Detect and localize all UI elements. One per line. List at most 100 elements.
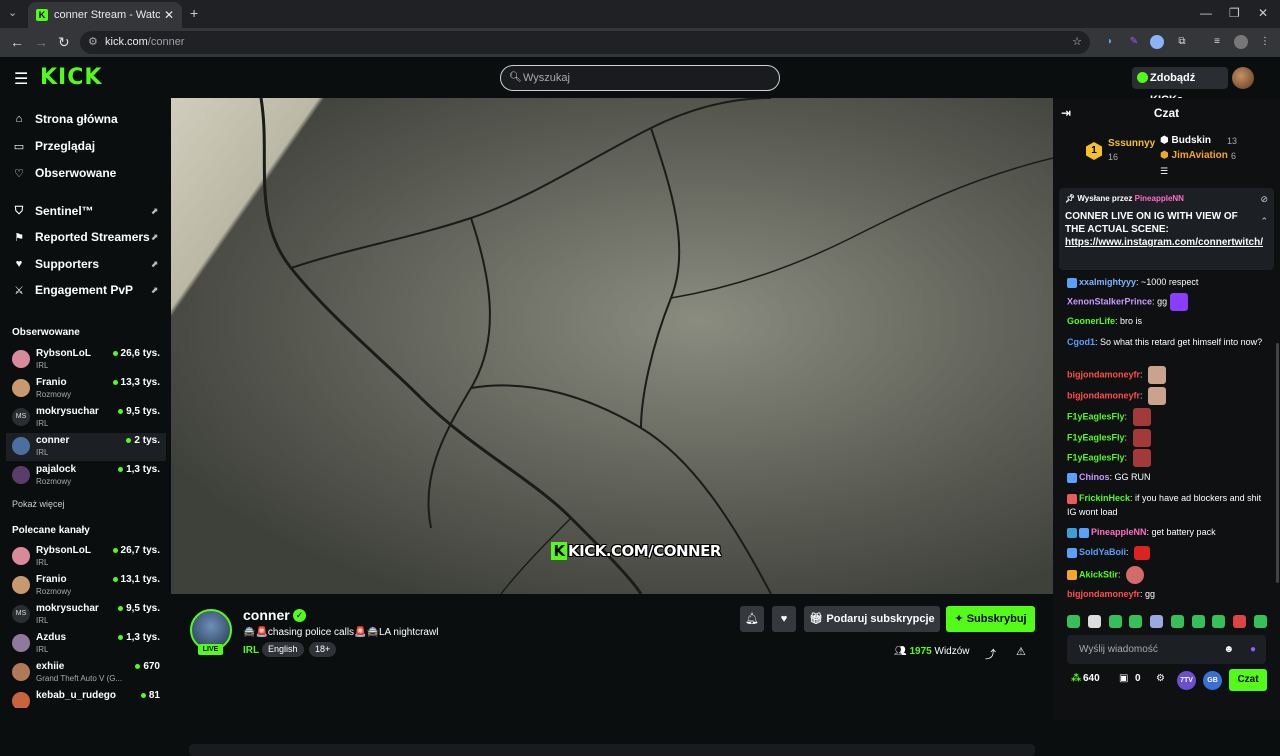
tab-close-icon[interactable]: ✕	[164, 8, 174, 22]
chat-user[interactable]: FrickinHeck	[1079, 493, 1130, 503]
recommended-channel[interactable]: exhiie Grand Theft Auto V (G... 670	[10, 659, 160, 687]
menu-icon[interactable]: ☰	[14, 69, 28, 89]
recommended-channel[interactable]: RybsonLoL IRL 26,7 tys.	[10, 543, 160, 571]
emote-icon[interactable]	[1191, 615, 1205, 628]
tab-search-icon[interactable]: ⌄	[8, 6, 17, 19]
new-tab-icon[interactable]: +	[190, 5, 198, 21]
emote-icon[interactable]	[1150, 615, 1164, 628]
reload-icon[interactable]: ↻	[58, 34, 70, 51]
ext-sentinel[interactable]: ⛉ Sentinel™ ⬈	[12, 201, 162, 221]
back-icon[interactable]: ←	[10, 34, 24, 50]
category-link[interactable]: IRL	[243, 645, 259, 656]
ext-supporters[interactable]: ♥ Supporters ⬈	[12, 254, 162, 274]
chat-user[interactable]: F1yEaglesFly	[1067, 411, 1125, 421]
report-icon[interactable]: ⚠	[1016, 645, 1026, 658]
forward-icon[interactable]: →	[34, 34, 48, 50]
recommended-channel[interactable]: Azdus IRL 1,3 tys.	[10, 630, 160, 658]
chat-user[interactable]: F1yEaglesFly	[1067, 432, 1125, 442]
collapse-chat-icon[interactable]: ⇥	[1061, 98, 1071, 128]
kick-logo[interactable]: KICK	[40, 65, 102, 90]
nav-home[interactable]: ⌂ Strona główna	[12, 109, 162, 129]
show-more-link[interactable]: Pokaż więcej	[12, 499, 65, 509]
follow-heart-button[interactable]: ♥	[772, 606, 796, 632]
7tv-icon[interactable]: 7TV	[1177, 671, 1196, 690]
drops-icon[interactable]: ▣	[1119, 673, 1128, 684]
emoji-icon[interactable]: ☻	[1223, 635, 1234, 664]
ext-engagement-pvp[interactable]: ⚔ Engagement PvP ⬈	[12, 280, 162, 300]
extensions-puzzle-icon[interactable]: ⧉	[1175, 35, 1189, 49]
tag-age[interactable]: 18+	[309, 642, 337, 657]
chat-user[interactable]: F1yEaglesFly	[1067, 452, 1125, 462]
streamer-name[interactable]: conner	[243, 607, 290, 623]
extension-icon-3[interactable]	[1150, 35, 1164, 49]
extension-badge-icon[interactable]: GB	[1203, 671, 1222, 690]
chat-user[interactable]: xxalmightyyy	[1079, 277, 1136, 287]
expand-leaderboard-icon[interactable]: ☰	[1160, 166, 1168, 177]
emote-menu-icon[interactable]: ●	[1250, 635, 1256, 664]
chat-user[interactable]: GoonerLife	[1067, 316, 1115, 326]
emote-icon[interactable]	[1087, 615, 1101, 628]
emote-icon[interactable]	[1129, 615, 1143, 628]
emote-icon[interactable]	[1233, 615, 1247, 628]
bookmark-star-icon[interactable]: ☆	[1072, 31, 1082, 54]
emote-icon[interactable]	[1170, 615, 1184, 628]
emote-icon[interactable]	[1067, 615, 1080, 628]
chat-user[interactable]: bigjondamoneyfr	[1067, 589, 1140, 599]
leaderboard-user[interactable]: ⬢ JimAviation	[1160, 150, 1228, 161]
pinned-link[interactable]: https://www.instagram.com/connertwitch/	[1065, 237, 1263, 248]
reading-list-icon[interactable]: ≡	[1210, 35, 1224, 49]
pinned-user[interactable]: PineappleNN	[1135, 194, 1184, 203]
notification-bell-button[interactable]: 🔔︎	[740, 606, 764, 632]
followed-channel-active[interactable]: conner IRL 2 tys.	[6, 433, 166, 461]
tag-language[interactable]: English	[262, 642, 304, 657]
extension-icon-1[interactable]: ◗	[1103, 35, 1117, 49]
share-icon[interactable]: ⤴	[985, 646, 996, 662]
followed-channel[interactable]: MS mokrysuchar IRL 9,5 tys.	[10, 404, 160, 432]
chat-user[interactable]: Cgod1	[1067, 337, 1095, 347]
gift-subs-button[interactable]: 🎁︎ Podaruj subskrypcje	[804, 606, 940, 632]
chat-send-button[interactable]: Czat	[1229, 669, 1267, 691]
chat-user[interactable]: AkickStir	[1079, 569, 1118, 579]
recommended-channel[interactable]: kebab_u_rudego 81	[10, 688, 160, 708]
channel-points[interactable]: 640	[1083, 673, 1100, 684]
followed-channel[interactable]: Franio Rozmowy 13,3 tys.	[10, 375, 160, 403]
chat-user[interactable]: SoldYaBoii	[1079, 547, 1126, 557]
chat-user[interactable]: bigjondamoneyfr	[1067, 369, 1140, 379]
video-player[interactable]: K KICK.COM/CONNER	[171, 98, 1053, 594]
channel-points-icon[interactable]: ⁂	[1071, 673, 1081, 684]
extension-icon-2[interactable]: ✎	[1127, 35, 1141, 49]
search-input[interactable]: 🔍︎ Wyszukaj	[500, 65, 780, 91]
browser-menu-icon[interactable]: ⋮	[1258, 35, 1272, 49]
nav-browse[interactable]: ▭ Przeglądaj	[12, 136, 162, 156]
followed-channel[interactable]: RybsonLoL IRL 26,6 tys.	[10, 346, 160, 374]
subscribe-button[interactable]: ✦ Subskrybuj	[946, 606, 1035, 632]
chat-user[interactable]: PineappleNN	[1091, 527, 1147, 537]
emote-icon[interactable]	[1108, 615, 1122, 628]
recommended-channel[interactable]: Franio Rozmowy 13,1 tys.	[10, 572, 160, 600]
chat-settings-icon[interactable]: ⚙	[1156, 673, 1165, 684]
recommended-channel[interactable]: MS mokrysuchar IRL 9,5 tys.	[10, 601, 160, 629]
chat-user[interactable]: XenonStalkerPrince	[1067, 296, 1152, 306]
chat-scrollbar[interactable]	[1276, 343, 1279, 583]
url-bar[interactable]: ⚙ kick.com/conner ☆	[80, 31, 1090, 54]
unpin-icon[interactable]: ⊘	[1260, 194, 1268, 205]
leaderboard-user[interactable]: Sssunnyy	[1108, 138, 1155, 149]
site-info-icon[interactable]: ⚙	[88, 31, 98, 54]
browser-tab[interactable]: K conner Stream - Watch Live ✕	[28, 2, 182, 28]
emote-icon[interactable]	[1212, 615, 1226, 628]
profile-icon[interactable]	[1234, 35, 1248, 49]
followed-channel[interactable]: pajalock Rozmowy 1,3 tys.	[10, 462, 160, 490]
ext-reported-streamers[interactable]: ⚑ Reported Streamers ⬈	[12, 227, 162, 247]
minimize-icon[interactable]: —	[1200, 6, 1212, 20]
nav-following[interactable]: ♡ Obserwowane	[12, 163, 162, 183]
emote-icon[interactable]	[1253, 615, 1267, 628]
leaderboard-user[interactable]: ⬢ Budskin	[1160, 135, 1211, 146]
get-kicks-button[interactable]: Zdobądź KICKs	[1132, 67, 1228, 106]
maximize-icon[interactable]: ❐	[1229, 6, 1240, 20]
chat-user[interactable]: Chinos	[1079, 472, 1110, 482]
chat-user[interactable]: bigjondamoneyfr	[1067, 390, 1140, 400]
window-close-icon[interactable]: ✕	[1258, 6, 1268, 20]
collapse-pin-icon[interactable]: ⌃	[1260, 216, 1268, 227]
chat-input[interactable]: Wyślij wiadomość ☻ ●	[1067, 635, 1266, 664]
user-avatar[interactable]	[1232, 67, 1254, 89]
